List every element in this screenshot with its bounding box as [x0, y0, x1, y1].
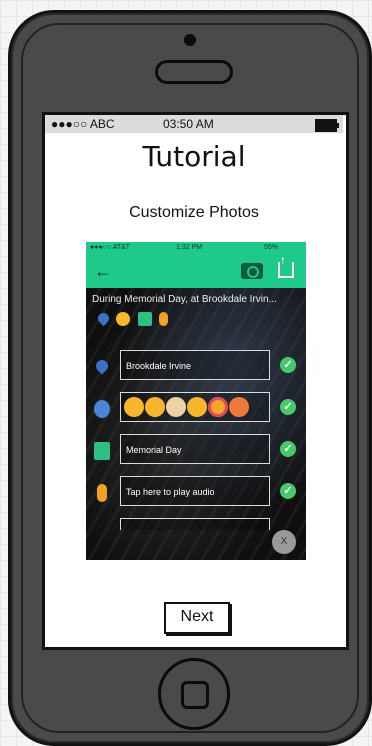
audio-row: Tap here to play audio ✓	[86, 476, 306, 510]
note-icon	[137, 311, 152, 326]
preview-time: 1:32 PM	[176, 244, 203, 251]
battery-icon	[315, 119, 339, 132]
preview-toolbar: ←	[86, 253, 306, 288]
emoji-field	[120, 392, 270, 422]
check-icon: ✓	[280, 441, 296, 457]
note-icon	[94, 442, 110, 460]
check-icon: ✓	[280, 357, 296, 373]
caption-icons	[95, 310, 171, 328]
carrier-signal: ●●●○○ ABC	[51, 117, 115, 131]
check-icon: ✓	[280, 399, 296, 415]
microphone-icon	[159, 311, 169, 326]
front-camera	[184, 34, 196, 46]
location-field: Brookdale Irvine	[120, 350, 270, 380]
emoji-icon	[208, 397, 228, 417]
location-pin-icon	[95, 310, 112, 327]
extra-field	[120, 518, 270, 530]
home-button[interactable]	[158, 658, 230, 730]
share-icon	[278, 253, 294, 278]
emoji-row: ✓	[86, 392, 306, 426]
smiley-icon	[94, 400, 110, 418]
emoji-icon	[166, 397, 186, 417]
status-time: 03:50 AM	[163, 117, 214, 131]
location-pin-icon	[93, 357, 111, 375]
emoji-icon	[116, 311, 131, 326]
location-row: Brookdale Irvine ✓	[86, 350, 306, 384]
microphone-icon	[97, 484, 107, 502]
page-title: Tutorial	[142, 140, 246, 173]
check-icon: ✓	[280, 483, 296, 499]
note-field: Memorial Day	[120, 434, 270, 464]
camera-icon	[241, 263, 263, 279]
arrow-left-icon: ←	[94, 261, 112, 281]
emoji-icon	[124, 397, 144, 417]
preview-status-bar: ●●●○○ AT&T 1:32 PM 55%	[86, 242, 306, 254]
emoji-icon	[145, 397, 165, 417]
preview-carrier: ●●●○○ AT&T	[90, 244, 131, 251]
next-button[interactable]: Next	[164, 602, 230, 634]
home-square-icon	[181, 681, 209, 709]
note-row: Memorial Day ✓	[86, 434, 306, 468]
emoji-icon	[187, 397, 207, 417]
extra-row	[86, 518, 306, 530]
audio-field: Tap here to play audio	[120, 476, 270, 506]
earpiece-speaker	[155, 60, 233, 84]
close-button: X	[272, 530, 296, 554]
emoji-icon	[229, 397, 249, 417]
preview-battery: 55%	[264, 244, 279, 251]
page-subtitle: Customize Photos	[129, 204, 259, 221]
photo-caption: During Memorial Day, at Brookdale Irvin.…	[92, 294, 277, 305]
tutorial-screenshot: ●●●○○ AT&T 1:32 PM 55% ← During Memorial…	[86, 242, 306, 560]
status-bar: ●●●○○ ABC 03:50 AM	[45, 115, 343, 133]
